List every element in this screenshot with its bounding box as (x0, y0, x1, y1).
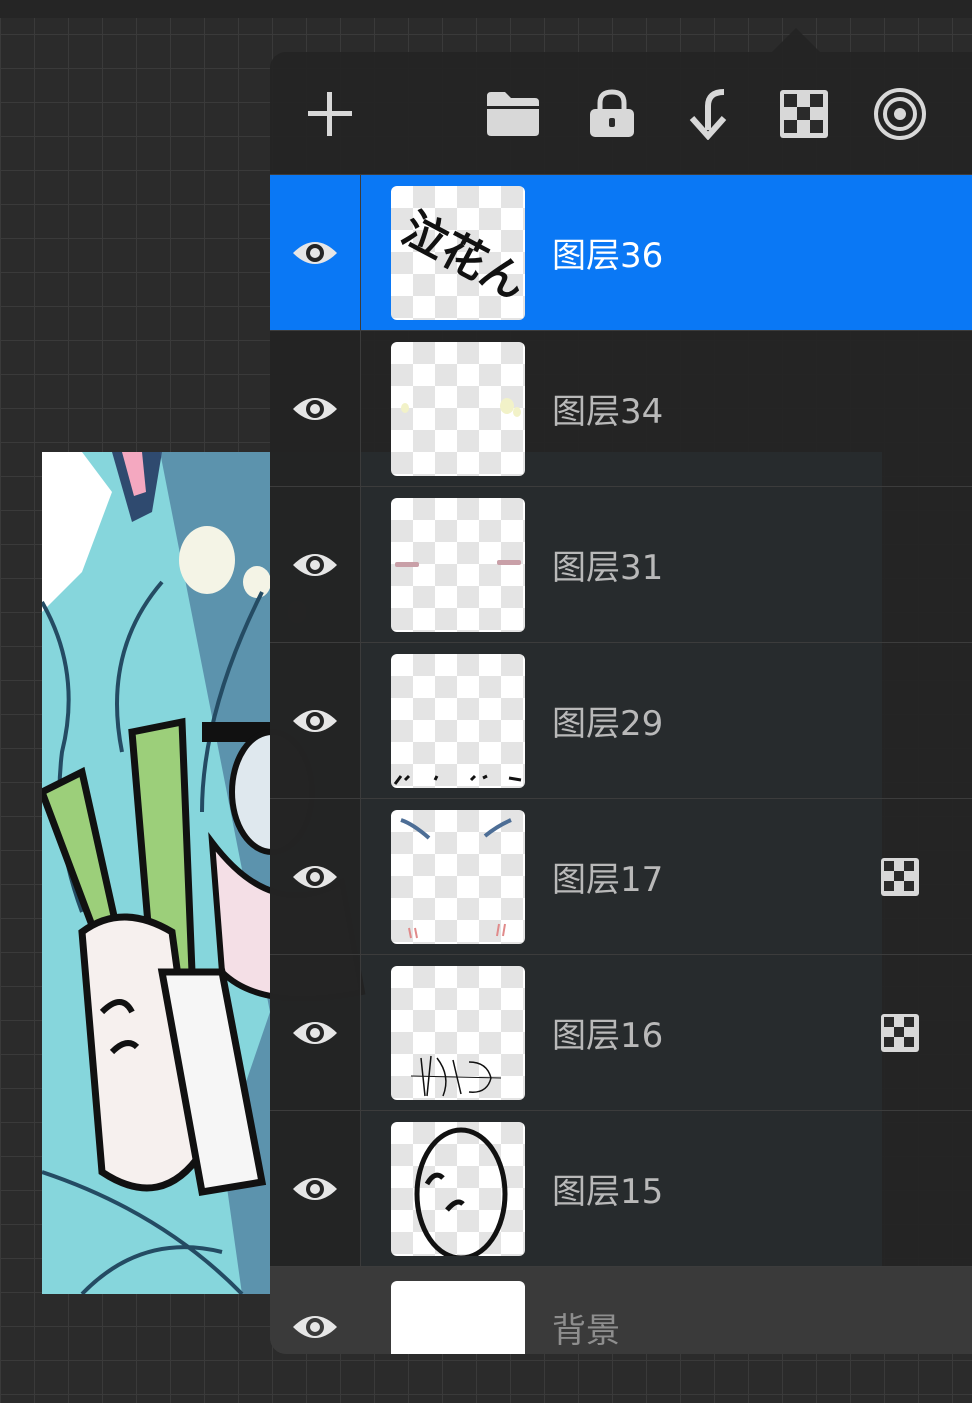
visibility-toggle[interactable] (270, 487, 361, 642)
layer-name: 图层31 (552, 548, 664, 588)
layer-name: 图层36 (552, 236, 664, 276)
lock-layer-button[interactable] (582, 86, 642, 142)
thumbnail-art: 泣花ん (394, 203, 525, 310)
layer-row[interactable]: 图层15 (270, 1110, 972, 1266)
thumbnail-art (395, 560, 521, 567)
eye-icon (293, 865, 337, 888)
checker-icon[interactable] (881, 858, 919, 896)
thumbnail-art (410, 1055, 502, 1097)
layer-thumbnail (391, 1122, 525, 1256)
layer-name: 图层17 (552, 860, 664, 900)
layer-row[interactable]: 泣花ん 图层36 (270, 174, 972, 330)
layer-row[interactable]: 图层17 (270, 798, 972, 954)
layer-thumbnail (391, 498, 525, 632)
visibility-toggle[interactable] (270, 1267, 360, 1354)
eye-icon (293, 1177, 337, 1200)
panel-caret (772, 28, 820, 52)
visibility-toggle[interactable] (270, 643, 361, 798)
lock-icon (590, 89, 634, 137)
merge-down-button[interactable] (678, 86, 738, 142)
background-layer-row[interactable]: 背景 (270, 1266, 972, 1354)
layer-name: 图层29 (552, 704, 664, 744)
layer-row[interactable]: 图层16 (270, 954, 972, 1110)
eye-icon (293, 1021, 337, 1044)
checker-icon (780, 90, 828, 138)
svg-text:泣花ん: 泣花ん (394, 203, 525, 310)
layer-thumbnail (391, 342, 525, 476)
eye-icon (293, 1316, 337, 1338)
layers-panel: 泣花ん 图层36 图层34 图层31 图层29 图层17 图层16 图层15 背… (270, 52, 972, 1354)
merge-down-icon (689, 89, 727, 140)
layer-thumbnail (391, 966, 525, 1100)
layer-thumbnail: 泣花ん (391, 186, 525, 320)
visibility-toggle[interactable] (270, 799, 361, 954)
layer-options-button[interactable] (870, 86, 930, 142)
plus-icon (308, 92, 352, 136)
thumbnail-art (414, 1127, 508, 1256)
concentric-circles-icon (874, 88, 926, 140)
thumbnail-art (401, 398, 521, 417)
layer-row[interactable]: 图层34 (270, 330, 972, 486)
layer-name: 图层15 (552, 1172, 664, 1212)
group-layers-button[interactable] (483, 86, 543, 142)
layer-name: 图层34 (552, 392, 664, 432)
folder-icon (487, 92, 539, 136)
alpha-lock-button[interactable] (774, 86, 834, 142)
thumbnail-art (393, 774, 522, 785)
visibility-toggle[interactable] (270, 175, 361, 330)
checker-icon[interactable] (881, 1014, 919, 1052)
layers-toolbar (270, 52, 972, 174)
eye-icon (293, 709, 337, 732)
background-color-swatch[interactable] (391, 1281, 525, 1354)
thumbnail-art (400, 818, 512, 939)
layer-row[interactable]: 图层29 (270, 642, 972, 798)
eye-icon (293, 397, 337, 420)
layer-thumbnail (391, 654, 525, 788)
visibility-toggle[interactable] (270, 1111, 361, 1266)
eye-icon (293, 553, 337, 576)
layer-thumbnail (391, 810, 525, 944)
layers-list: 泣花ん 图层36 图层34 图层31 图层29 图层17 图层16 图层15 背… (270, 174, 972, 1354)
add-layer-button[interactable] (300, 86, 360, 142)
visibility-toggle[interactable] (270, 331, 361, 486)
eye-icon (293, 241, 337, 264)
layer-row[interactable]: 图层31 (270, 486, 972, 642)
top-bar (0, 0, 972, 18)
layer-name: 图层16 (552, 1016, 664, 1056)
layer-name: 背景 (552, 1310, 620, 1351)
visibility-toggle[interactable] (270, 955, 361, 1110)
